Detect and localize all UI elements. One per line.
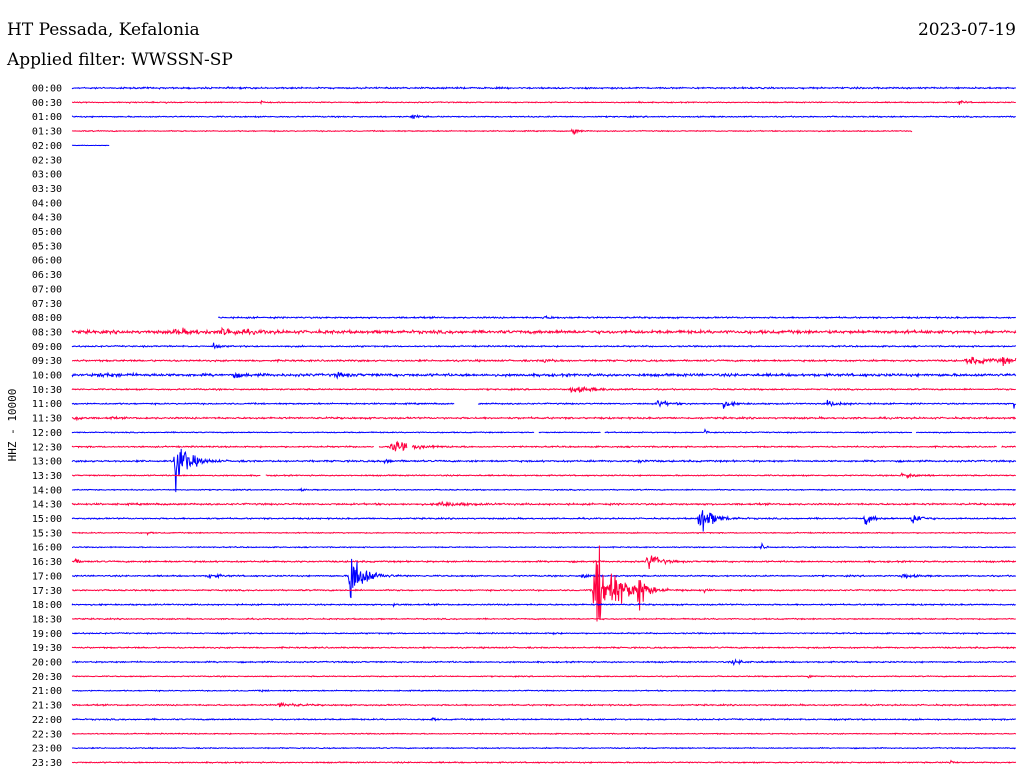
trace-line: [71, 717, 1017, 722]
trace-line: [71, 386, 1017, 394]
time-label: 22:00: [32, 715, 62, 726]
trace-line: [71, 428, 1016, 435]
time-label: 03:00: [32, 170, 62, 181]
time-label: 21:00: [32, 686, 62, 697]
time-label: 08:30: [32, 327, 62, 338]
trace-line: [71, 701, 1017, 708]
time-label: 00:00: [32, 84, 62, 95]
time-label: 13:30: [32, 471, 62, 482]
trace-line: [71, 545, 1017, 622]
time-label: 01:30: [32, 127, 62, 138]
time-label: 19:00: [32, 629, 62, 640]
time-label: 04:00: [32, 198, 62, 209]
time-label: 17:30: [32, 586, 62, 597]
time-label: 02:00: [32, 141, 62, 152]
time-label: 05:00: [32, 227, 62, 238]
trace-line: [71, 500, 1016, 508]
time-label: 07:00: [32, 284, 62, 295]
traces: [71, 85, 1017, 765]
trace-line: [71, 356, 1017, 366]
trace-line: [72, 631, 1017, 636]
time-label: 20:00: [32, 658, 62, 669]
time-labels: 00:00 00:30 01:00 01:30 02:00 02:30 03:00 03:30…: [32, 84, 62, 769]
trace-line: [71, 510, 1017, 532]
time-label: 14:00: [32, 485, 62, 496]
trace-line: [71, 440, 1016, 452]
time-label: 01:00: [32, 112, 62, 123]
trace-line: [71, 542, 1016, 550]
time-label: 12:00: [32, 428, 62, 439]
time-label: 12:30: [32, 442, 62, 453]
time-label: 10:00: [32, 371, 62, 382]
time-label: 07:30: [32, 299, 62, 310]
time-label: 16:30: [32, 557, 62, 568]
trace-line: [217, 314, 1017, 320]
trace-line: [71, 326, 1017, 337]
time-label: 20:30: [32, 672, 62, 683]
time-label: 09:30: [32, 356, 62, 367]
trace-line: [71, 746, 1016, 750]
time-label: 15:30: [32, 528, 62, 539]
time-label: 11:30: [32, 414, 62, 425]
trace-line: [71, 399, 1017, 409]
time-label: 10:30: [32, 385, 62, 396]
time-label: 19:30: [32, 643, 62, 654]
trace-line: [71, 602, 1016, 608]
time-label: 02:30: [32, 155, 62, 166]
time-label: 09:00: [32, 342, 62, 353]
time-label: 22:30: [32, 729, 62, 740]
trace-line: [71, 759, 1017, 765]
time-label: 06:30: [32, 270, 62, 281]
trace-line: [71, 531, 1017, 537]
trace-line: [71, 689, 1016, 693]
trace-line: [71, 114, 1016, 120]
trace-line: [71, 342, 1017, 350]
trace-line: [71, 371, 1017, 380]
trace-line: [71, 99, 1016, 105]
time-label: 16:00: [32, 543, 62, 554]
time-label: 00:30: [32, 98, 62, 109]
time-label: 23:00: [32, 744, 62, 755]
trace-line: [71, 617, 1016, 621]
trace-line: [71, 558, 1017, 599]
trace-line: [71, 448, 1017, 493]
time-label: 04:30: [32, 213, 62, 224]
trace-line: [71, 555, 1017, 569]
helicorder-page: HT Pessada, Kefalonia Applied filter: WW…: [0, 0, 1024, 780]
helicorder-chart: 00:00 00:30 01:00 01:30 02:00 02:30 03:00 03:30…: [6, 84, 1017, 769]
time-label: 15:00: [32, 514, 62, 525]
time-label: 18:00: [32, 600, 62, 611]
time-label: 11:00: [32, 399, 62, 410]
time-label: 17:00: [32, 571, 62, 582]
trace-line: [71, 645, 1017, 650]
time-label: 08:00: [32, 313, 62, 324]
time-label: 14:30: [32, 500, 62, 511]
time-label: 23:30: [32, 758, 62, 769]
trace-line: [71, 128, 913, 136]
time-label: 18:30: [32, 614, 62, 625]
trace-line: [71, 415, 1017, 422]
time-label: 03:30: [32, 184, 62, 195]
trace-line: [71, 85, 1017, 91]
time-label: 21:30: [32, 701, 62, 712]
trace-line: [71, 658, 1016, 667]
trace-line: [71, 472, 1016, 480]
time-label: 05:30: [32, 241, 62, 252]
trace-line: [71, 144, 110, 147]
trace-line: [71, 674, 1017, 679]
trace-line: [71, 487, 1016, 493]
y-axis-label: HHZ - 10000: [6, 389, 19, 462]
time-label: 06:00: [32, 256, 62, 267]
trace-line: [71, 732, 1017, 736]
time-label: 13:00: [32, 457, 62, 468]
